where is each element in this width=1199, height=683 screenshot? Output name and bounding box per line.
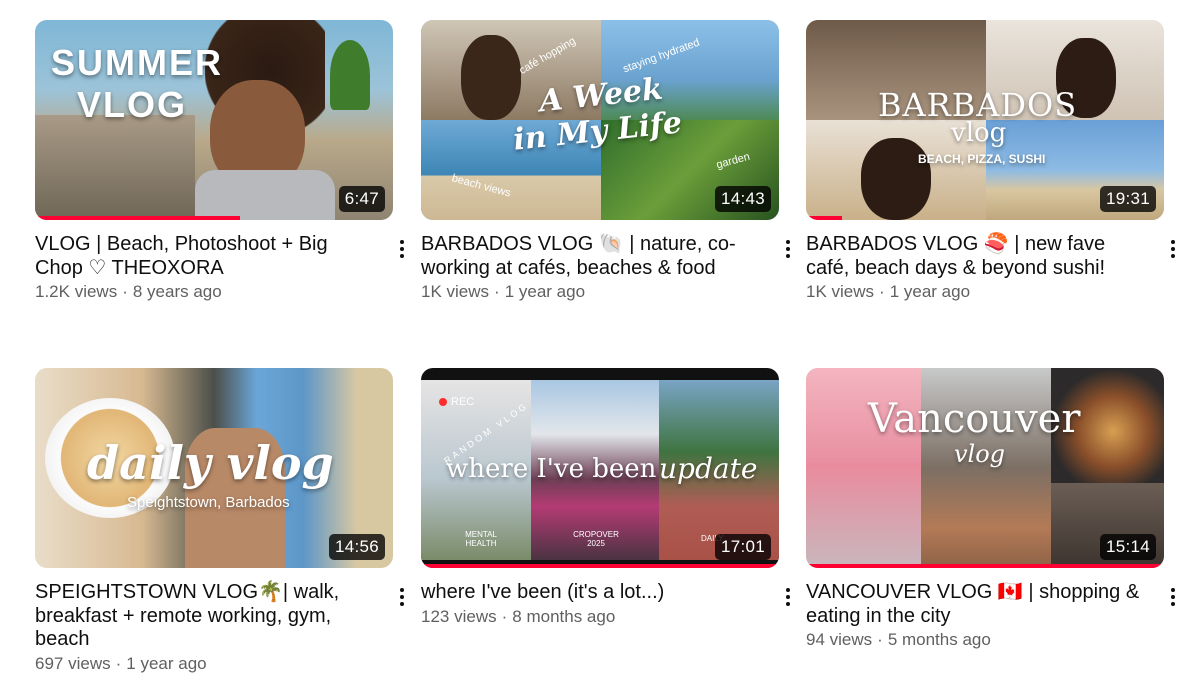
thumbnail-text: Vancouver bbox=[868, 396, 1081, 442]
video-thumbnail[interactable]: daily vlog Speightstown, Barbados 14:56 bbox=[35, 368, 393, 568]
video-title[interactable]: VLOG | Beach, Photoshoot + Big Chop ♡ TH… bbox=[35, 233, 375, 280]
record-dot-icon bbox=[439, 398, 447, 407]
thumbnail-text: where I've been bbox=[446, 454, 657, 484]
video-meta: 1K views · 1 year ago bbox=[421, 282, 586, 301]
view-count: 123 views bbox=[421, 606, 497, 626]
thumbnail-caption: MENTAL HEALTH bbox=[465, 530, 497, 548]
thumbnail-text: VLOG bbox=[77, 84, 188, 125]
watch-progress-bar bbox=[806, 564, 1164, 568]
video-meta: 1.2K views · 8 years ago bbox=[35, 282, 222, 301]
video-thumbnail[interactable]: Vancouver vlog 15:14 bbox=[806, 368, 1164, 568]
duration-badge: 19:31 bbox=[1099, 186, 1156, 212]
thumbnail-text: daily vlog bbox=[87, 436, 334, 490]
more-options-icon[interactable] bbox=[1164, 585, 1182, 609]
thumbnail-caption: CROPOVER 2025 bbox=[573, 530, 619, 548]
thumbnail-text: SUMMER bbox=[51, 42, 223, 83]
thumbnail-text: vlog bbox=[951, 118, 1007, 148]
upload-age: 1 year ago bbox=[889, 282, 971, 301]
video-thumbnail[interactable]: A Week in My Life café hopping staying h… bbox=[421, 20, 779, 220]
video-title[interactable]: SPEIGHTSTOWN VLOG🌴| walk, breakfast + re… bbox=[35, 581, 375, 652]
video-title[interactable]: VANCOUVER VLOG 🇨🇦 | shopping & eating in… bbox=[806, 581, 1146, 628]
more-options-icon[interactable] bbox=[393, 237, 411, 261]
more-options-icon[interactable] bbox=[779, 237, 797, 261]
watch-progress-bar bbox=[421, 564, 779, 568]
more-options-icon[interactable] bbox=[1164, 237, 1182, 261]
view-count: 1K views bbox=[421, 282, 490, 301]
upload-age: 1 year ago bbox=[126, 653, 207, 673]
thumbnail-text: vlog bbox=[954, 440, 1006, 468]
view-count: 1.2K views bbox=[35, 282, 118, 301]
video-title[interactable]: where I've been (it's a lot...) bbox=[421, 581, 761, 605]
video-meta: 123 views · 8 months ago bbox=[421, 606, 616, 626]
upload-age: 1 year ago bbox=[504, 282, 586, 301]
duration-badge: 14:56 bbox=[328, 534, 385, 560]
duration-badge: 15:14 bbox=[1099, 534, 1156, 560]
duration-badge: 17:01 bbox=[714, 534, 771, 560]
watch-progress-bar bbox=[806, 216, 842, 220]
video-title[interactable]: BARBADOS VLOG 🍣 | new fave café, beach d… bbox=[806, 233, 1146, 280]
video-title[interactable]: BARBADOS VLOG 🐚 | nature, co-working at … bbox=[421, 233, 761, 280]
upload-age: 5 months ago bbox=[887, 630, 991, 649]
view-count: 1K views bbox=[806, 282, 875, 301]
video-thumbnail[interactable]: SUMMER VLOG 6:47 bbox=[35, 20, 393, 220]
more-options-icon[interactable] bbox=[779, 585, 797, 609]
thumbnail-text: Speightstown, Barbados bbox=[127, 494, 290, 511]
thumbnail-text: update bbox=[659, 452, 758, 485]
video-meta: 697 views · 1 year ago bbox=[35, 653, 207, 673]
view-count: 697 views bbox=[35, 653, 111, 673]
view-count: 94 views bbox=[806, 630, 873, 649]
duration-badge: 14:43 bbox=[714, 186, 771, 212]
thumbnail-text: BEACH, PIZZA, SUSHI bbox=[918, 152, 1046, 166]
upload-age: 8 years ago bbox=[132, 282, 222, 301]
upload-age: 8 months ago bbox=[512, 606, 616, 626]
more-options-icon[interactable] bbox=[393, 585, 411, 609]
video-meta: 94 views · 5 months ago bbox=[806, 630, 991, 649]
video-thumbnail[interactable]: BARBADOS vlog BEACH, PIZZA, SUSHI 19:31 bbox=[806, 20, 1164, 220]
duration-badge: 6:47 bbox=[338, 186, 385, 212]
video-meta: 1K views · 1 year ago bbox=[806, 282, 971, 301]
video-thumbnail[interactable]: REC RANDOM VLOG where I've been update M… bbox=[421, 368, 779, 568]
watch-progress-bar bbox=[35, 216, 240, 220]
rec-indicator: REC bbox=[439, 396, 474, 408]
